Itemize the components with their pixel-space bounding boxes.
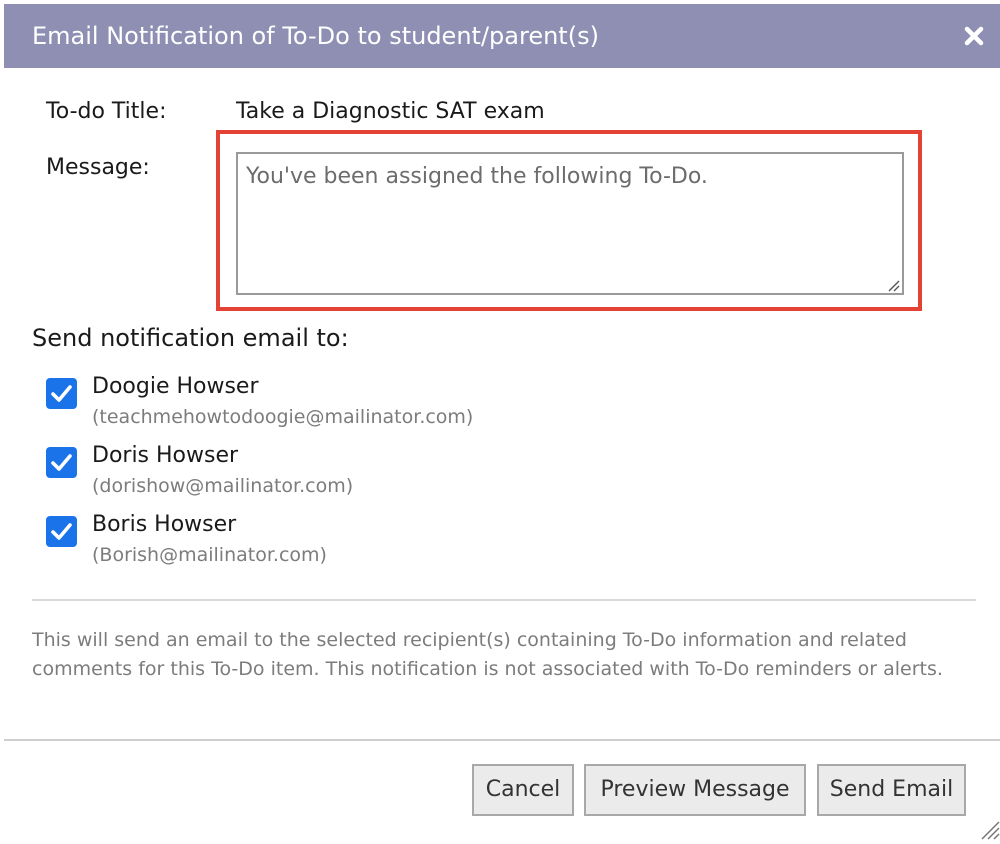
recipient-checkbox[interactable] [46, 516, 77, 547]
recipient-checkbox[interactable] [46, 447, 77, 478]
resize-grip-icon[interactable] [886, 277, 900, 292]
recipient-name: Doris Howser [92, 443, 239, 468]
email-notification-dialog: Email Notification of To-Do to student/p… [4, 0, 1000, 842]
recipient-checkbox[interactable] [46, 378, 77, 409]
footer-divider [4, 739, 1000, 741]
recipient-email: (dorishow@mailinator.com) [92, 475, 354, 497]
recipient-name: Boris Howser [92, 512, 237, 537]
send-email-button[interactable]: Send Email [817, 764, 966, 816]
checkmark-icon [51, 454, 72, 471]
recipient-email: (Borish@mailinator.com) [92, 544, 327, 566]
checkmark-icon [51, 385, 72, 402]
info-text: This will send an email to the selected … [32, 629, 943, 680]
todo-title-value: Take a Diagnostic SAT exam [236, 99, 545, 124]
todo-title-label: To-do Title: [46, 99, 167, 124]
message-label: Message: [46, 155, 150, 180]
close-icon[interactable] [962, 24, 986, 48]
preview-message-button[interactable]: Preview Message [584, 764, 806, 816]
dialog-resize-grip-icon[interactable] [980, 820, 1000, 840]
message-textarea[interactable]: You've been assigned the following To-Do… [236, 152, 904, 295]
send-to-heading: Send notification email to: [32, 324, 349, 352]
recipient-name: Doogie Howser [92, 374, 259, 399]
checkmark-icon [51, 523, 72, 540]
section-divider [32, 599, 976, 601]
cancel-button[interactable]: Cancel [472, 764, 574, 816]
recipient-email: (teachmehowtodoogie@mailinator.com) [92, 406, 474, 428]
dialog-title: Email Notification of To-Do to student/p… [32, 22, 599, 50]
dialog-titlebar: Email Notification of To-Do to student/p… [4, 4, 1000, 68]
